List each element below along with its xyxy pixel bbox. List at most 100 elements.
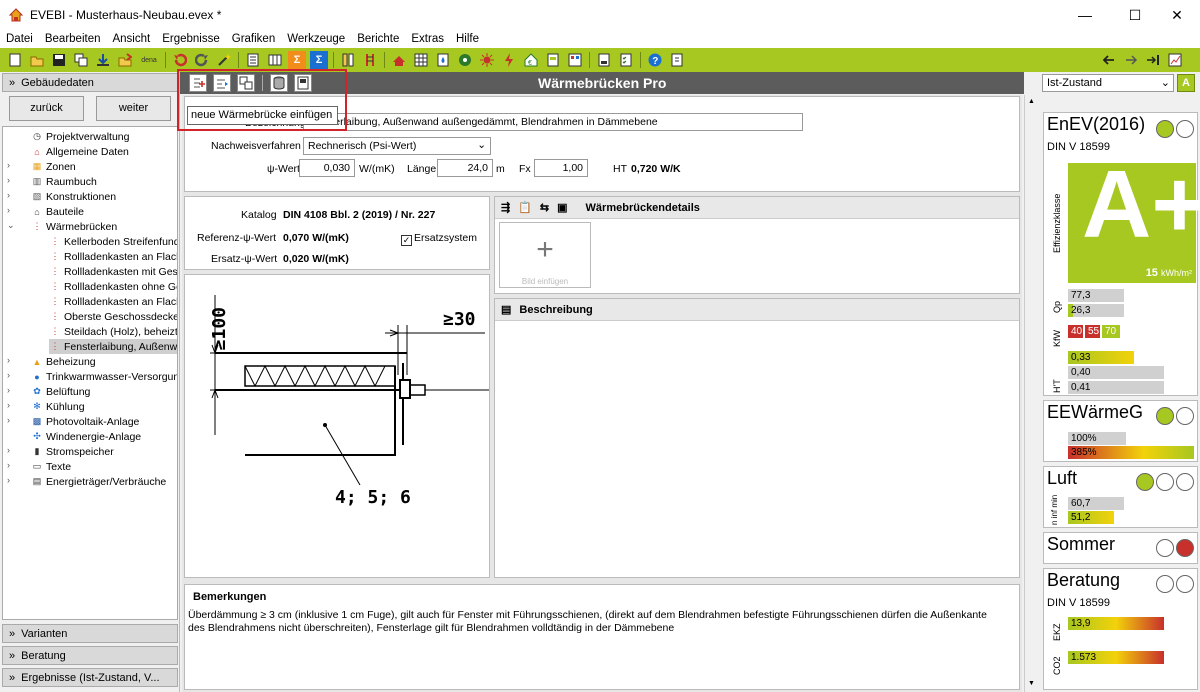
arrow-left-icon[interactable] — [1100, 51, 1118, 69]
gebaeudedaten-header[interactable]: » Gebäudedaten — [2, 73, 178, 92]
tree-expander-icon[interactable]: › — [7, 385, 10, 395]
tree-item[interactable]: ▤ Energieträger/Verbräuche — [31, 474, 167, 489]
undo-icon[interactable] — [171, 51, 189, 69]
add-detail-icon[interactable]: ⇶ — [501, 201, 510, 214]
checklist-icon[interactable] — [617, 51, 635, 69]
menu-berichte[interactable]: Berichte — [351, 33, 405, 45]
open-folder-icon[interactable] — [28, 51, 46, 69]
laenge-input[interactable]: 24,0 — [437, 159, 493, 177]
varianten-header[interactable]: » Varianten — [2, 624, 178, 643]
tree-item[interactable]: ⋮ Rollladenkasten an Flachc — [49, 249, 178, 264]
tree-item[interactable]: ⌂ Allgemeine Daten — [31, 144, 129, 159]
tree-expander-icon[interactable]: › — [7, 475, 10, 485]
sum-blue-icon[interactable]: Σ — [310, 51, 328, 69]
menu-grafiken[interactable]: Grafiken — [226, 33, 281, 45]
bezeichnung-input[interactable]: Fensterlaibung, Außenwand außengedämmt, … — [303, 113, 803, 131]
sun-tool-icon[interactable] — [478, 51, 496, 69]
forward-button[interactable]: weiter — [96, 96, 171, 121]
tree-item[interactable]: ▩ Photovoltaik-Anlage — [31, 414, 140, 429]
tree-item[interactable]: ◷ Projektverwaltung — [31, 129, 129, 144]
copy-icon[interactable] — [72, 51, 90, 69]
image-tool-icon[interactable]: ▣ — [557, 201, 567, 214]
tree-item[interactable]: ✿ Belüftung — [31, 384, 90, 399]
tree-item[interactable]: ⋮ Rollladenkasten ohne Ges — [49, 279, 178, 294]
clipboard-icon[interactable]: 📋 — [518, 201, 532, 214]
nachweis-select[interactable]: Rechnerisch (Psi-Wert) ⌄ — [303, 137, 491, 155]
tree-item[interactable]: ● Trinkwarmwasser-Versorgung — [31, 369, 177, 384]
menu-hilfe[interactable]: Hilfe — [450, 33, 485, 45]
info-icon[interactable] — [668, 51, 686, 69]
tree-item[interactable]: ⋮ Fensterlaibung, Außenwa — [49, 339, 177, 354]
tree-expander-icon[interactable]: › — [7, 160, 10, 170]
tree-expander-icon[interactable]: › — [7, 400, 10, 410]
minimize-button[interactable]: — — [1062, 0, 1108, 30]
component-tool-icon[interactable] — [339, 51, 357, 69]
ergebnisse-header[interactable]: » Ergebnisse (Ist-Zustand, V... — [2, 668, 178, 687]
menu-bearbeiten[interactable]: Bearbeiten — [39, 33, 107, 45]
save-icon[interactable] — [50, 51, 68, 69]
tree-expander-icon[interactable]: › — [7, 370, 10, 380]
zustand-select[interactable]: Ist-Zustand ⌄ — [1042, 74, 1174, 92]
close-button[interactable]: ✕ — [1154, 0, 1200, 30]
tree-item[interactable]: ⋮ Kellerboden Streifenfunda — [49, 234, 178, 249]
print-report-icon[interactable] — [595, 51, 613, 69]
menu-extras[interactable]: Extras — [405, 33, 450, 45]
fx-input[interactable]: 1,00 — [534, 159, 588, 177]
list-tool-icon[interactable] — [566, 51, 584, 69]
tree-item[interactable]: ⌂ Bauteile — [31, 204, 84, 219]
step-forward-icon[interactable] — [1144, 51, 1162, 69]
arrow-right-icon[interactable] — [1122, 51, 1140, 69]
tree-item[interactable]: ▲ Beheizung — [31, 354, 96, 369]
vertical-scrollbar[interactable]: ▲ ▼ — [1024, 95, 1038, 692]
tree-item[interactable]: ⋮ Rollladenkasten an Flachc — [49, 294, 178, 309]
bemerkungen-text[interactable]: Überdämmung ≥ 3 cm (inklusive 1 cm Fuge)… — [188, 609, 988, 635]
menu-ergebnisse[interactable]: Ergebnisse — [156, 33, 226, 45]
sum-orange-icon[interactable]: Σ — [288, 51, 306, 69]
help-icon[interactable]: ? — [646, 51, 664, 69]
ersatzsystem-checkbox[interactable]: ✓ Ersatzsystem — [401, 232, 477, 246]
report-icon[interactable] — [244, 51, 262, 69]
tree-expander-icon[interactable]: › — [7, 355, 10, 365]
building-list-icon[interactable] — [266, 51, 284, 69]
tree-expander-icon[interactable]: › — [7, 445, 10, 455]
tree-expander-icon[interactable]: ⌄ — [7, 220, 15, 231]
thermal-bridge-tool-icon[interactable] — [361, 51, 379, 69]
water-tool-icon[interactable] — [434, 51, 452, 69]
tree-item[interactable]: ▦ Zonen — [31, 159, 76, 174]
tree-item[interactable]: ⋮ Steildach (Holz), beheizte — [49, 324, 178, 339]
energy-house-icon[interactable]: € — [522, 51, 540, 69]
tree-item[interactable]: ⋮ Oberste Geschossdecke, — [49, 309, 178, 324]
psi-input[interactable]: 0,030 — [299, 159, 355, 177]
menu-datei[interactable]: Datei — [0, 33, 39, 45]
heating-tool-icon[interactable] — [390, 51, 408, 69]
import-icon[interactable] — [94, 51, 112, 69]
ventilation-tool-icon[interactable] — [456, 51, 474, 69]
scroll-down-icon[interactable]: ▼ — [1028, 680, 1035, 687]
tree-item[interactable]: ▮ Stromspeicher — [31, 444, 114, 459]
tree-item[interactable]: ▧ Konstruktionen — [31, 189, 116, 204]
new-file-icon[interactable] — [6, 51, 24, 69]
beratung-header[interactable]: » Beratung — [2, 646, 178, 665]
maximize-button[interactable]: ☐ — [1112, 0, 1158, 30]
menu-ansicht[interactable]: Ansicht — [106, 33, 156, 45]
electricity-tool-icon[interactable] — [500, 51, 518, 69]
tree-item[interactable]: ▭ Texte — [31, 459, 71, 474]
tree-item[interactable]: ✻ Kühlung — [31, 399, 84, 414]
tree-expander-icon[interactable]: › — [7, 205, 10, 215]
class-a-button[interactable]: A — [1177, 74, 1195, 92]
tree-item[interactable]: ⋮ Wärmebrücken — [31, 219, 118, 234]
export-icon[interactable] — [116, 51, 134, 69]
tree-expander-icon[interactable]: › — [7, 460, 10, 470]
back-button[interactable]: zurück — [9, 96, 84, 121]
tree-expander-icon[interactable]: › — [7, 175, 10, 185]
tree-expander-icon[interactable]: › — [7, 190, 10, 200]
tree-item[interactable]: ✣ Windenergie-Anlage — [31, 429, 141, 444]
table-tool-icon[interactable] — [412, 51, 430, 69]
chart-tool-icon[interactable] — [1166, 51, 1184, 69]
add-image-tile[interactable]: + Bild einfügen — [499, 222, 591, 288]
wizard-icon[interactable] — [215, 51, 233, 69]
text-edit-icon[interactable]: ▤ — [501, 303, 511, 316]
passport-tool-icon[interactable] — [544, 51, 562, 69]
menu-werkzeuge[interactable]: Werkzeuge — [281, 33, 351, 45]
scroll-up-icon[interactable]: ▲ — [1028, 98, 1035, 105]
